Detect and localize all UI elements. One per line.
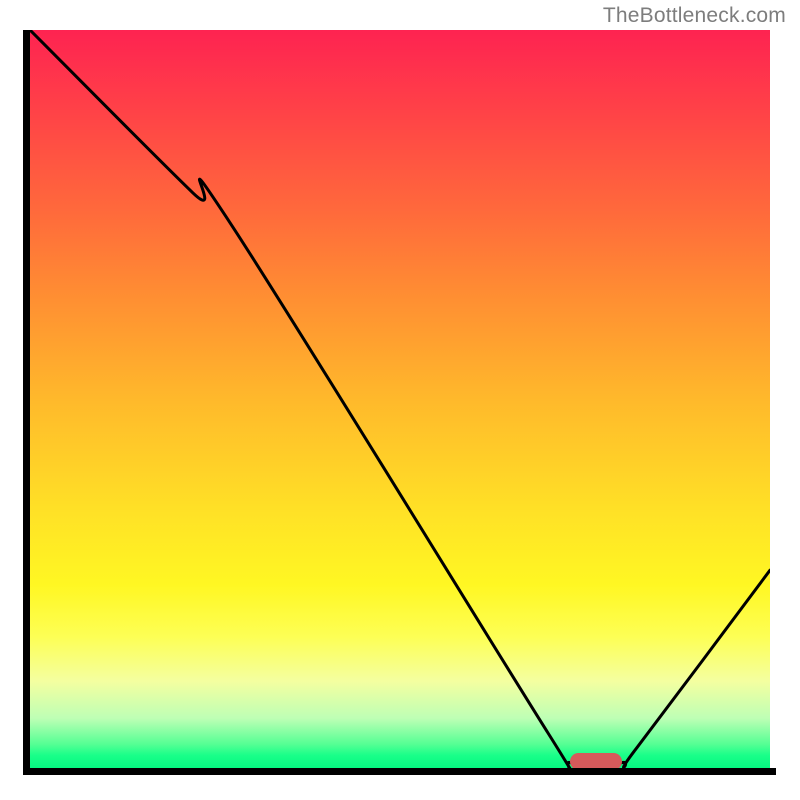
curve-path bbox=[30, 30, 770, 770]
x-axis bbox=[23, 768, 776, 775]
watermark-text: TheBottleneck.com bbox=[603, 4, 786, 28]
bottleneck-curve bbox=[30, 30, 770, 770]
y-axis bbox=[23, 30, 30, 775]
